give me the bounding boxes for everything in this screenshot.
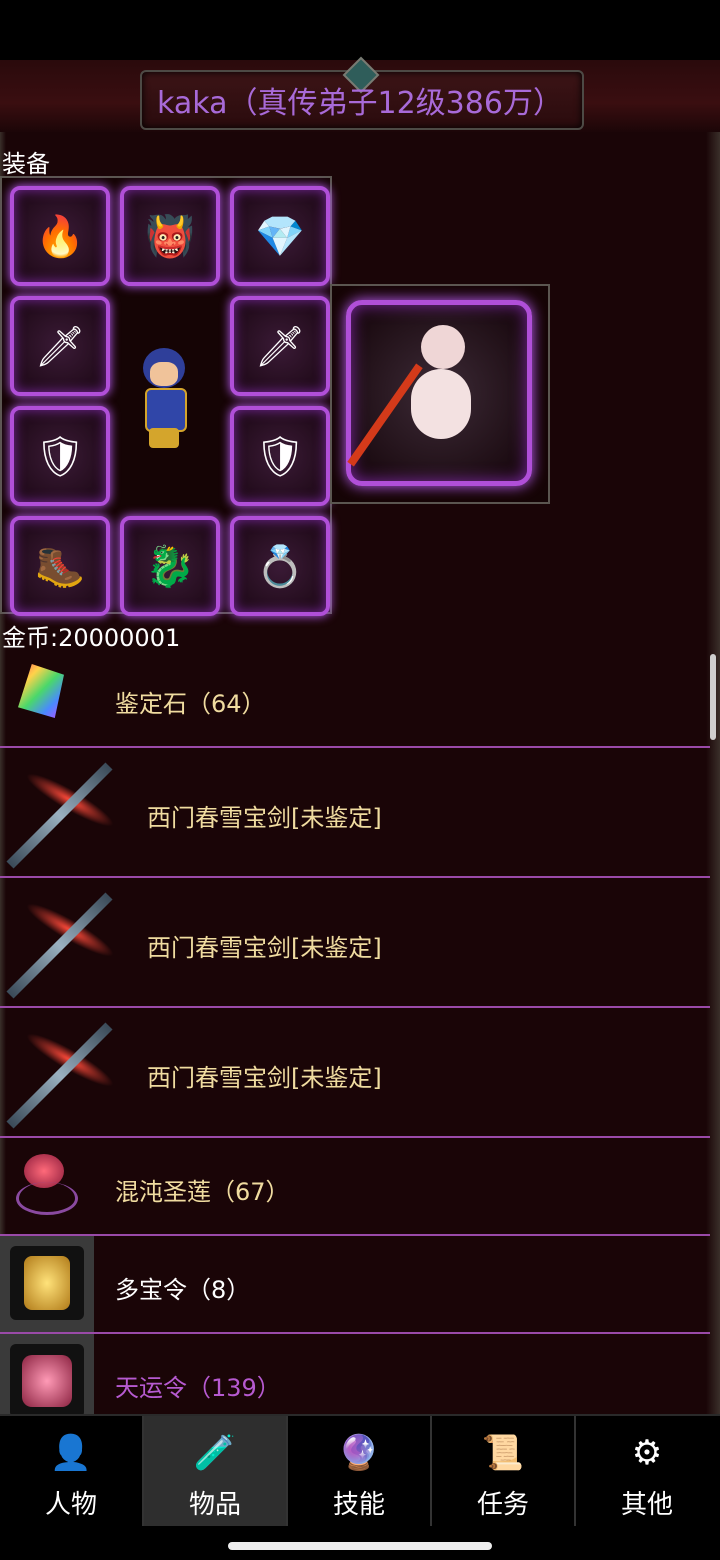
item-label: 西门春雪宝剑[未鉴定] [147, 934, 382, 962]
tab-skills[interactable]: 🔮 技能 [288, 1416, 432, 1526]
necklace-icon: 💎 [255, 213, 305, 260]
title-header: kaka（真传弟子12级386万） [0, 56, 720, 135]
list-item[interactable]: 鉴定石（64） [0, 652, 710, 748]
weapon-icon: 🗡 [34, 323, 86, 370]
settings-icon: ⚙ [631, 1433, 663, 1473]
ring-icon: 💍 [255, 543, 305, 590]
equip-slot-bracer-left[interactable]: 🛡 [10, 406, 110, 506]
boots-icon: 🥾 [35, 543, 85, 590]
sword-icon [6, 1020, 130, 1130]
tab-other[interactable]: ⚙ 其他 [576, 1416, 718, 1526]
monkey-head [421, 325, 465, 369]
item-label: 天运令（139） [115, 1374, 281, 1402]
item-label: 西门春雪宝剑[未鉴定] [147, 804, 382, 832]
avatar-torso [145, 388, 187, 432]
bottom-tab-bar: 👤 人物 🧪 物品 🔮 技能 📜 任务 ⚙ 其他 [0, 1414, 720, 1528]
equip-slot-belt[interactable]: 🐉 [120, 516, 220, 616]
equip-slot-weapon-left[interactable]: 🗡 [10, 296, 110, 396]
bracer-icon: 🛡 [254, 433, 306, 480]
monkey-pet-icon [347, 325, 481, 467]
character-icon: 👤 [49, 1433, 93, 1473]
system-nav-bar [0, 1526, 720, 1560]
list-item[interactable]: 西门春雪宝剑[未鉴定] [0, 748, 710, 878]
pet-slot[interactable] [330, 284, 550, 504]
avatar-legs [149, 428, 179, 448]
weapon-icon: 🗡 [254, 323, 306, 370]
armor-icon: 👹 [145, 213, 195, 260]
skill-orb-icon: 🔮 [337, 1433, 381, 1473]
status-bar [0, 0, 720, 60]
list-item[interactable]: 西门春雪宝剑[未鉴定] [0, 1008, 710, 1138]
identify-stone-icon [18, 664, 64, 718]
lotus-icon [12, 1148, 78, 1220]
equip-slot-boots[interactable]: 🥾 [10, 516, 110, 616]
list-item[interactable]: 多宝令（8） [0, 1236, 710, 1334]
potion-icon: 🧪 [193, 1433, 237, 1473]
tab-label: 技能 [332, 1490, 385, 1520]
equipment-label: 装备 [2, 150, 50, 178]
character-title: kaka（真传弟子12级386万） [157, 86, 563, 121]
item-label: 西门春雪宝剑[未鉴定] [147, 1064, 382, 1092]
equip-slot-ring[interactable]: 💍 [230, 516, 330, 616]
sword-icon [6, 890, 130, 1000]
list-item[interactable]: 混沌圣莲（67） [0, 1138, 710, 1236]
avatar-face [150, 362, 178, 386]
equip-slot-weapon-right[interactable]: 🗡 [230, 296, 330, 396]
scrollbar[interactable] [710, 654, 716, 740]
item-label: 混沌圣莲（67） [115, 1178, 290, 1206]
equipment-grid: 🔥 👹 💎 🗡 🗡 🛡 🛡 🥾 🐉 💍 [0, 176, 332, 616]
tab-label: 其他 [620, 1490, 673, 1520]
tab-label: 任务 [476, 1490, 529, 1520]
tab-label: 物品 [188, 1490, 241, 1520]
list-item[interactable]: 西门春雪宝剑[未鉴定] [0, 878, 710, 1008]
item-label: 鉴定石（64） [115, 690, 266, 718]
inventory-panel: 装备 🔥 👹 💎 🗡 🗡 🛡 🛡 🥾 🐉 💍 金币:20000001 鉴定石（6… [0, 132, 720, 1430]
helmet-icon: 🔥 [35, 213, 85, 260]
monkey-body [411, 369, 471, 439]
belt-icon: 🐉 [145, 543, 195, 590]
equip-slot-necklace[interactable]: 💎 [230, 186, 330, 286]
equip-slot-helmet[interactable]: 🔥 [10, 186, 110, 286]
equip-slot-bracer-right[interactable]: 🛡 [230, 406, 330, 506]
sword-icon [6, 760, 130, 870]
quest-scroll-icon: 📜 [481, 1433, 525, 1473]
tab-quests[interactable]: 📜 任务 [432, 1416, 576, 1526]
character-avatar [137, 348, 191, 448]
home-indicator[interactable] [228, 1542, 492, 1550]
equip-slot-armor[interactable]: 👹 [120, 186, 220, 286]
tab-items[interactable]: 🧪 物品 [144, 1416, 288, 1526]
item-label: 多宝令（8） [115, 1276, 251, 1304]
treasure-token-icon [0, 1236, 94, 1332]
gold-amount: 金币:20000001 [2, 624, 181, 652]
pet-frame [346, 300, 532, 486]
list-item[interactable]: 天运令（139） [0, 1334, 710, 1430]
bracer-icon: 🛡 [34, 433, 86, 480]
tab-label: 人物 [44, 1490, 97, 1520]
tab-character[interactable]: 👤 人物 [0, 1416, 144, 1526]
